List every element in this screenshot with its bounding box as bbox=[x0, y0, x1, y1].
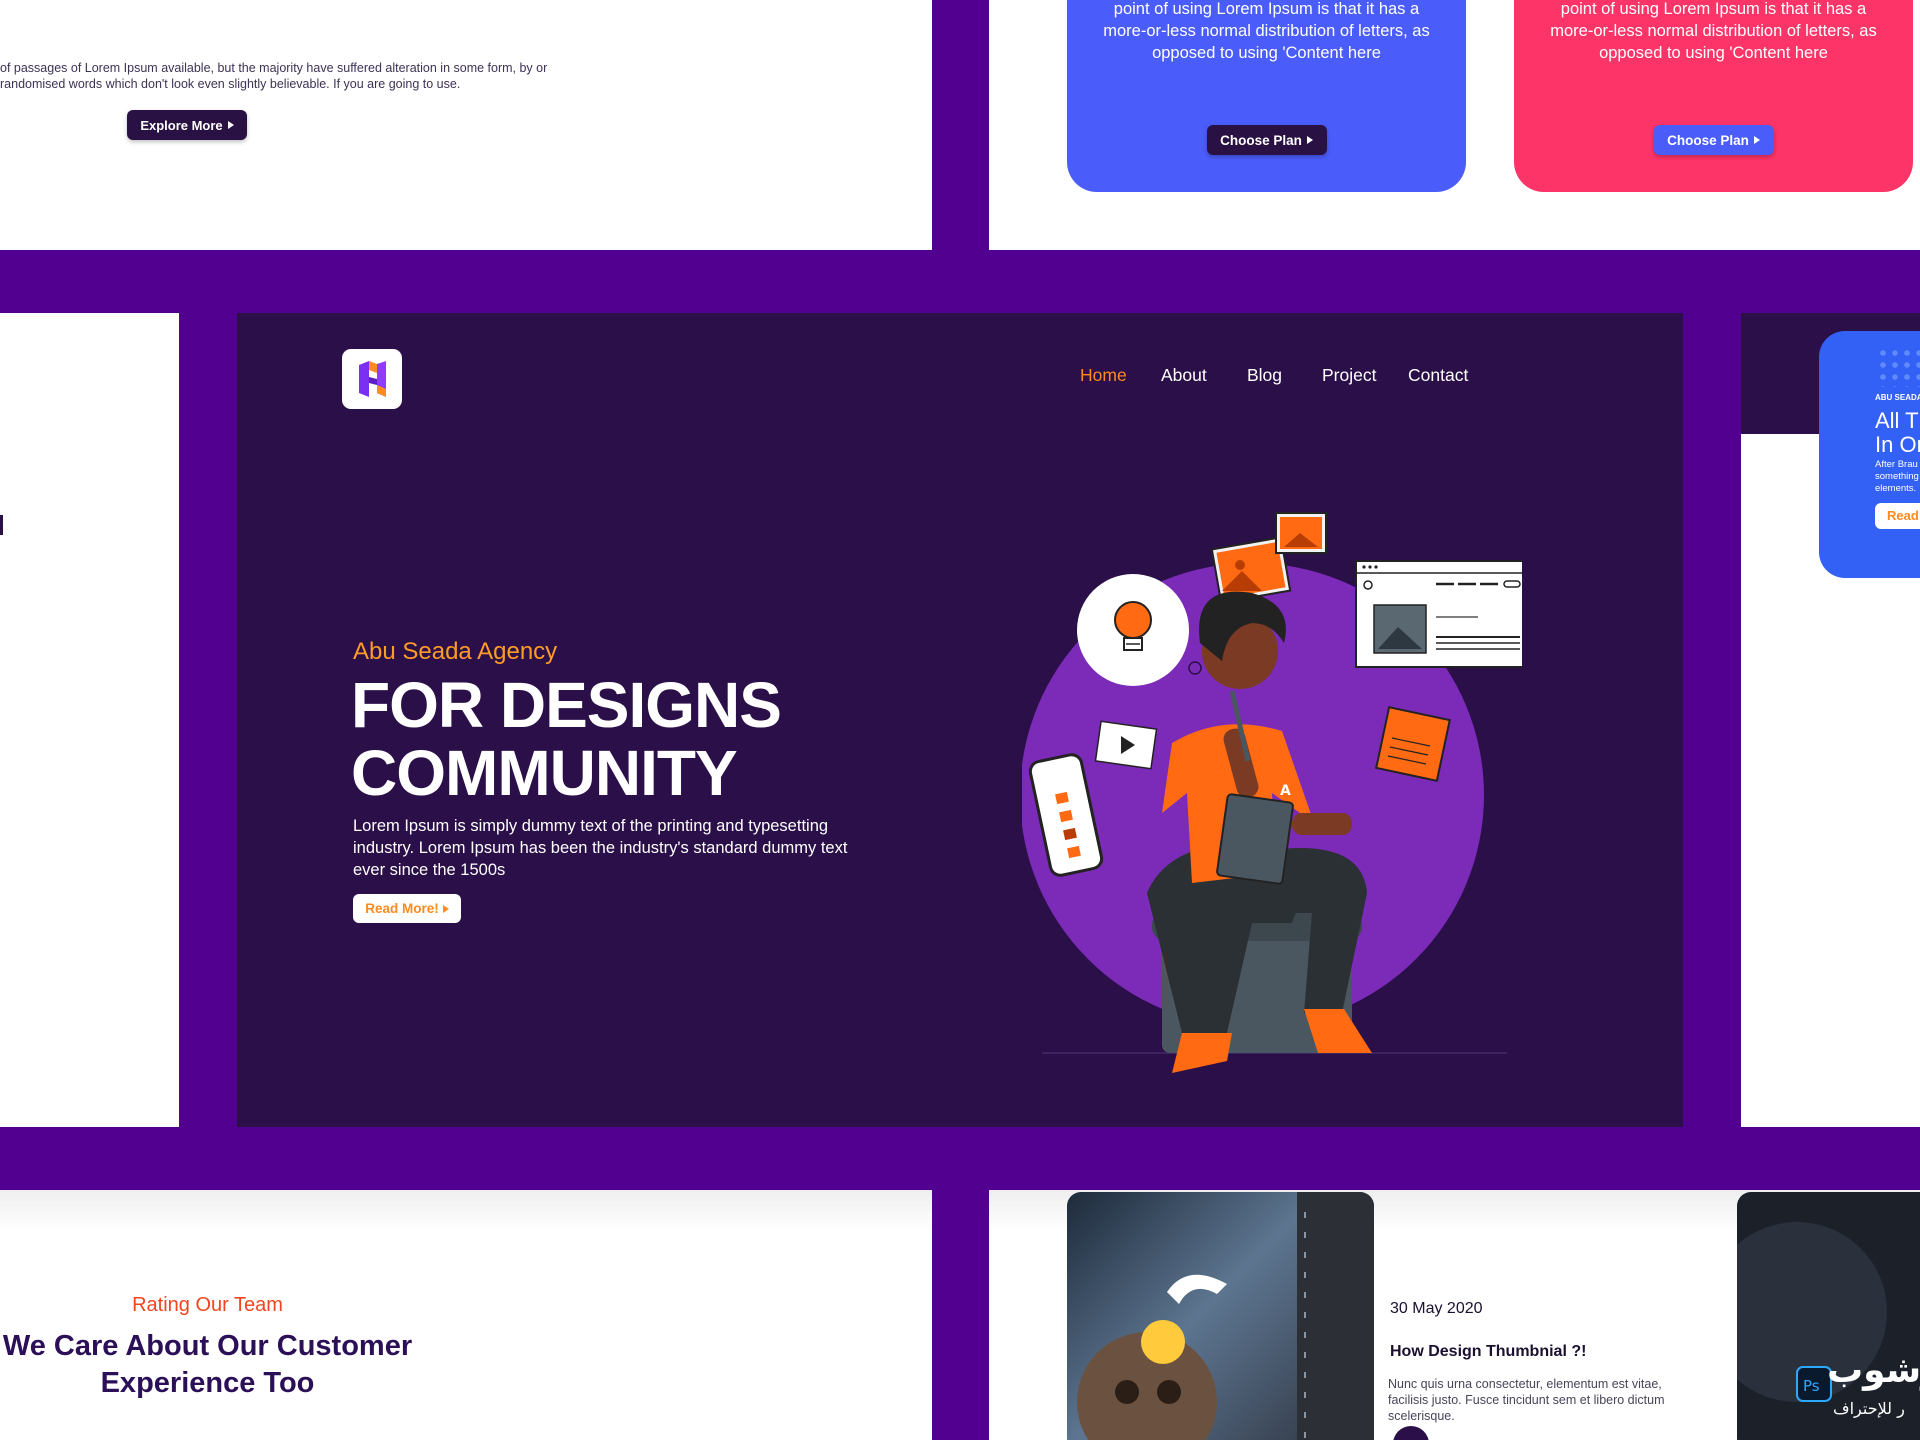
blog-date: 30 May 2020 bbox=[1390, 1300, 1483, 1317]
hero-section: Home About Blog Project Contact Abu Sead… bbox=[237, 313, 1683, 1127]
right-preview-panel: ABU SEADA All T In Or After Brau somethi… bbox=[1741, 313, 1920, 1127]
nav-about[interactable]: About bbox=[1161, 365, 1207, 386]
nav-blog[interactable]: Blog bbox=[1247, 365, 1282, 386]
read-more-button[interactable]: Read More! bbox=[353, 894, 461, 923]
choose-plan-label: Choose Plan bbox=[1220, 132, 1302, 148]
left-preview-panel bbox=[0, 313, 179, 1127]
dot-pattern bbox=[1877, 347, 1920, 387]
blog-thumbnail-2[interactable]: Ps فوتوشوب ر للإحتراف bbox=[1737, 1192, 1920, 1440]
pricing-card-text: point of using Lorem Ipsum is that it ha… bbox=[1550, 0, 1877, 62]
accent-bar bbox=[0, 515, 3, 535]
explore-more-label: Explore More bbox=[140, 117, 223, 133]
choose-plan-button[interactable]: Choose Plan bbox=[1206, 125, 1327, 155]
read-more-label: Read More! bbox=[365, 901, 439, 916]
hero-title: FOR DESIGNS COMMUNITY bbox=[351, 669, 782, 809]
preview-card-label: ABU SEADA bbox=[1875, 393, 1920, 402]
preview-card-text: After Brau something elements. bbox=[1875, 459, 1919, 494]
image-card-small-icon bbox=[1275, 512, 1327, 554]
pricing-card-text: point of using Lorem Ipsum is that it ha… bbox=[1103, 0, 1430, 62]
browser-window-icon bbox=[1355, 560, 1522, 668]
pricing-card-blue: point of using Lorem Ipsum is that it ha… bbox=[1067, 0, 1466, 192]
explore-section: of passages of Lorem Ipsum available, bu… bbox=[0, 0, 932, 250]
pricing-card-pink: point of using Lorem Ipsum is that it ha… bbox=[1514, 0, 1913, 192]
hero-subtitle: Abu Seada Agency bbox=[353, 638, 558, 665]
play-arrow-icon bbox=[227, 121, 234, 129]
preview-card-heading: All T In Or bbox=[1875, 408, 1920, 457]
hero-illustration: A bbox=[1022, 512, 1522, 1073]
blog-section: 30 May 2020 How Design Thumbnial ?! Nunc… bbox=[989, 1190, 1920, 1440]
nav-contact[interactable]: Contact bbox=[1408, 365, 1468, 386]
thumbnail-art-2: Ps فوتوشوب ر للإحتراف bbox=[1737, 1222, 1920, 1419]
sticky-note-icon bbox=[1375, 706, 1451, 782]
hero-title-line-2: COMMUNITY bbox=[351, 737, 738, 809]
choose-plan-label: Choose Plan bbox=[1667, 132, 1749, 148]
explore-more-button[interactable]: Explore More bbox=[127, 110, 247, 140]
explore-paragraph: of passages of Lorem Ipsum available, bu… bbox=[0, 61, 548, 91]
author-avatar bbox=[1393, 1426, 1429, 1440]
photoshop-badge: Ps bbox=[1803, 1377, 1820, 1395]
hero-title-line-1: FOR DESIGNS bbox=[351, 669, 782, 741]
arabic-subtitle: ر للإحتراف bbox=[1833, 1399, 1905, 1419]
team-heading: We Care About Our Customer Experience To… bbox=[2, 1330, 413, 1399]
team-label: Rating Our Team bbox=[132, 1294, 283, 1316]
nav-home[interactable]: Home bbox=[1080, 365, 1127, 386]
play-arrow-icon bbox=[1753, 136, 1760, 144]
hero-paragraph: Lorem Ipsum is simply dummy text of the … bbox=[353, 817, 848, 879]
preview-card: ABU SEADA All T In Or After Brau somethi… bbox=[1819, 331, 1920, 578]
blog-description: Nunc quis urna consectetur, elementum es… bbox=[1388, 1377, 1665, 1423]
brand-logo[interactable] bbox=[342, 349, 402, 409]
blog-thumbnail[interactable] bbox=[1067, 1192, 1374, 1440]
arabic-title: فوتوشوب bbox=[1827, 1350, 1920, 1391]
pricing-section: point of using Lorem Ipsum is that it ha… bbox=[989, 0, 1920, 250]
choose-plan-button[interactable]: Choose Plan bbox=[1653, 125, 1774, 155]
team-section: Rating Our Team We Care About Our Custom… bbox=[0, 1190, 932, 1440]
play-arrow-icon bbox=[442, 904, 449, 913]
preview-read-button[interactable]: Read bbox=[1875, 503, 1920, 529]
nav-project[interactable]: Project bbox=[1322, 365, 1376, 386]
logo-mark-icon bbox=[359, 361, 386, 397]
play-arrow-icon bbox=[1306, 136, 1313, 144]
video-play-icon bbox=[1094, 720, 1158, 770]
shirt-letter: A bbox=[1280, 783, 1291, 799]
thumbnail-art bbox=[1077, 1192, 1374, 1440]
blog-title[interactable]: How Design Thumbnial ?! bbox=[1390, 1343, 1586, 1361]
